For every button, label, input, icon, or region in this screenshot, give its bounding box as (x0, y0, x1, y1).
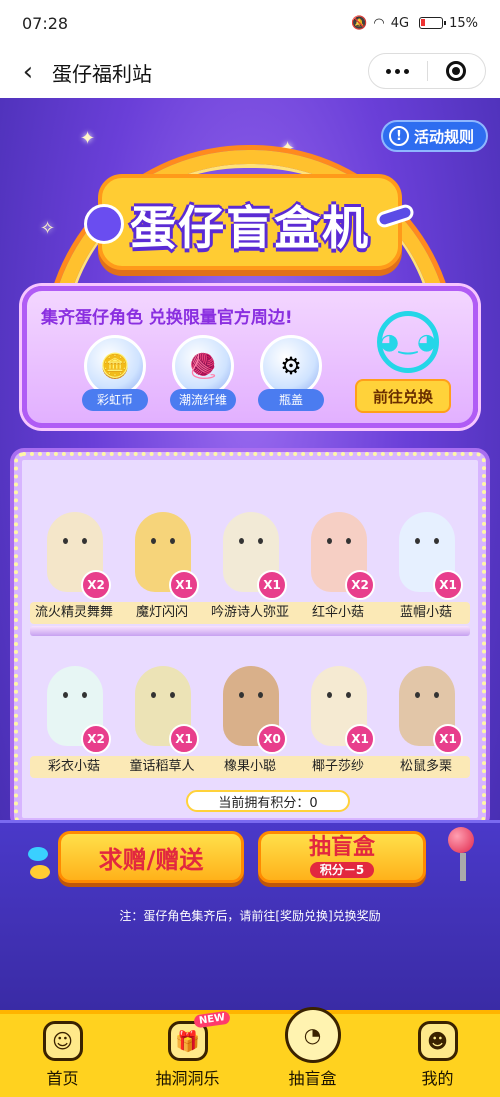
figure-count: X1 (257, 570, 287, 600)
figure-name: 橡果小聪 (223, 759, 276, 774)
back-icon[interactable]: ‹ (10, 54, 46, 90)
star-icon: ✧ (40, 218, 56, 239)
figure-card[interactable]: X2 (39, 498, 111, 600)
figure-name: 彩衣小菇 (47, 759, 100, 774)
reward-item-fiber[interactable]: 🧶 潮流纤维 (165, 335, 241, 411)
bottle-cap-icon: ⚙ (260, 335, 322, 397)
figure-count: X1 (169, 570, 199, 600)
draw-blind-box-button[interactable]: 抽盲盒 积分－5 (258, 831, 426, 883)
tab-hole-draw[interactable]: NEW 🎁 抽洞洞乐 (143, 1010, 233, 1089)
profile-icon: ☻ (417, 1021, 458, 1061)
figure-cabinet: X2 X1 X1 X2 X1 流火精灵舞舞 魔灯闪闪 吟游诗人弥亚 红伞小菇 蓝… (14, 452, 486, 826)
exchange-note: 注：蛋仔角色集齐后，请前往[奖励兑换]兑换奖励 (119, 909, 381, 923)
banner-title: 蛋仔盲盒机 (130, 201, 370, 255)
reward-item-label: 瓶盖 (258, 389, 324, 411)
figure-card[interactable]: X1 (127, 498, 199, 600)
figure-card[interactable]: X2 (39, 652, 111, 754)
rainbow-coin-icon: 🪙 (84, 335, 146, 397)
draw-button-title: 抽盲盒 (308, 835, 375, 860)
blind-box-stage: ✦ ✦ ✧ ✦ ✦ ! 活动规则 蛋仔盲盒机 集齐蛋仔角色 兑换限量官方周边! … (0, 98, 500, 1010)
figure-card[interactable]: X1 (391, 498, 463, 600)
figure-name: 松鼠多栗 (399, 759, 452, 774)
mute-icon: 🔕 (351, 15, 368, 31)
mini-program-capsule (368, 53, 486, 89)
figure-name: 童话稻草人 (129, 759, 195, 774)
figure-count: X2 (81, 724, 111, 754)
figure-count: X2 (81, 570, 111, 600)
wifi-icon: ◠ (373, 15, 385, 31)
page-title: 蛋仔福利站 (52, 61, 152, 86)
shelf-row-1: X2 X1 X1 X2 X1 流火精灵舞舞 魔灯闪闪 吟游诗人弥亚 红伞小菇 蓝… (30, 488, 470, 636)
more-button[interactable] (369, 68, 427, 74)
status-bar: 07:28 🔕 ◠ 4G 15% (0, 0, 500, 46)
reward-item-bottle-cap[interactable]: ⚙ 瓶盖 (253, 335, 329, 411)
tab-blind-box[interactable]: ◔ 抽盲盒 (268, 1007, 358, 1089)
target-icon (446, 61, 467, 81)
reward-hint: 集齐蛋仔角色 兑换限量官方周边! (41, 308, 293, 328)
figure-count: X0 (257, 724, 287, 754)
reward-item-label: 彩虹币 (82, 389, 148, 411)
fiber-icon: 🧶 (172, 335, 234, 397)
joystick-icon (448, 827, 478, 887)
tab-label: 首页 (46, 1069, 79, 1088)
activity-rules-button[interactable]: ! 活动规则 (380, 120, 488, 152)
figure-name: 椰子莎纱 (311, 759, 364, 774)
tab-mine[interactable]: ☻ 我的 (393, 1021, 483, 1089)
figure-count: X2 (345, 570, 375, 600)
draw-button-cost: 积分－5 (309, 862, 375, 878)
activity-rules-label: 活动规则 (413, 127, 474, 146)
machine-console: 求赠/赠送 抽盲盒 积分－5 注：蛋仔角色集齐后，请前往[奖励兑换]兑换奖励 (0, 820, 500, 1010)
battery-icon (419, 17, 447, 29)
tab-label: 抽洞洞乐 (155, 1069, 220, 1088)
status-icons: 🔕 ◠ 4G 15% (351, 16, 478, 31)
figure-name: 魔灯闪闪 (135, 605, 188, 620)
home-icon: ☺ (42, 1021, 83, 1061)
shelf-row-2: X2 X1 X0 X1 X1 彩衣小菇 童话稻草人 橡果小聪 椰子莎纱 松鼠多栗 (30, 642, 470, 778)
figure-card[interactable]: X0 (215, 652, 287, 754)
tab-label: 抽盲盒 (288, 1069, 337, 1088)
knob-icon (28, 847, 48, 861)
figure-card[interactable]: X1 (215, 498, 287, 600)
banner-title-plate: 蛋仔盲盒机 (84, 174, 416, 270)
figure-names-row: 彩衣小菇 童话稻草人 橡果小聪 椰子莎纱 松鼠多栗 (30, 756, 470, 778)
knob-icon (30, 865, 50, 879)
tab-home[interactable]: ☺ 首页 (18, 1021, 108, 1089)
new-badge: NEW (193, 1010, 232, 1029)
go-exchange-button[interactable]: 前往兑换 (355, 379, 451, 413)
points-display: 当前拥有积分：0 (186, 790, 350, 812)
more-dots-icon (386, 68, 410, 74)
figure-count: X1 (169, 724, 199, 754)
mascot-icon: ◕‿◕ (377, 311, 439, 373)
close-miniprogram-button[interactable] (428, 61, 486, 81)
reward-item-rainbow-coin[interactable]: 🪙 彩虹币 (77, 335, 153, 411)
battery-level: 15% (449, 15, 478, 31)
request-gift-button[interactable]: 求赠/赠送 (58, 831, 244, 883)
figure-name: 流火精灵舞舞 (34, 605, 113, 620)
shelf-board (30, 626, 470, 636)
figure-count: X1 (433, 570, 463, 600)
blind-box-icon: ◔ (284, 1007, 341, 1063)
figure-count: X1 (345, 724, 375, 754)
bottom-tab-bar: ☺ 首页 NEW 🎁 抽洞洞乐 ◔ 抽盲盒 ☻ 我的 (0, 1007, 500, 1097)
figure-name: 吟游诗人弥亚 (210, 605, 289, 620)
figure-card[interactable]: X1 (391, 652, 463, 754)
exclamation-icon: ! (388, 126, 409, 146)
figure-names-row: 流火精灵舞舞 魔灯闪闪 吟游诗人弥亚 红伞小菇 蓝帽小菇 (30, 602, 470, 624)
figure-card[interactable]: X2 (303, 498, 375, 600)
figure-count: X1 (433, 724, 463, 754)
figure-name: 红伞小菇 (311, 605, 364, 620)
tab-label: 我的 (421, 1069, 454, 1088)
star-icon: ✦ (80, 128, 96, 149)
figure-name: 蓝帽小菇 (399, 605, 452, 620)
status-time: 07:28 (22, 13, 69, 33)
figure-card[interactable]: X1 (127, 652, 199, 754)
reward-item-label: 潮流纤维 (170, 389, 236, 411)
figure-card[interactable]: X1 (303, 652, 375, 754)
reward-panel: 集齐蛋仔角色 兑换限量官方周边! 🪙 彩虹币 🧶 潮流纤维 ⚙ 瓶盖 ◕‿◕ 前… (22, 286, 478, 428)
nav-bar: ‹ 蛋仔福利站 (0, 46, 500, 98)
signal-icon: 4G (390, 15, 410, 31)
